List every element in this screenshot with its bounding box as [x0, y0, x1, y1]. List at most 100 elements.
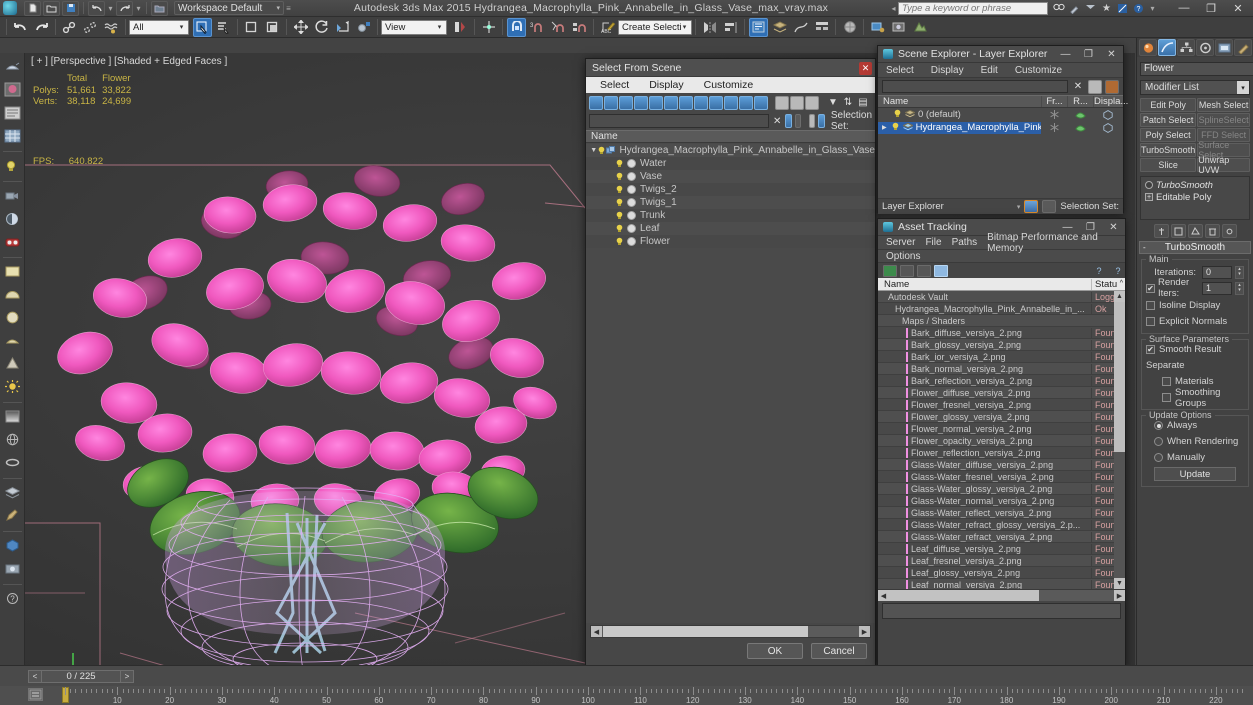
unlink-selection-icon[interactable]	[81, 18, 100, 37]
sun-light-icon[interactable]	[2, 376, 23, 397]
window-close-button[interactable]: ✕	[1225, 1, 1251, 16]
asset-row[interactable]: Leaf_diffuse_versiya_2.png Foun	[878, 543, 1125, 555]
at-menu-server[interactable]: Server	[886, 237, 915, 248]
at-scroll-left-icon[interactable]: ◀	[878, 590, 889, 601]
filter-frozen-icon[interactable]	[739, 95, 753, 110]
redo-dropdown-icon[interactable]: ▾	[134, 4, 143, 13]
rectangular-selection-region-icon[interactable]	[242, 18, 261, 37]
lightbulb-icon[interactable]	[614, 211, 625, 221]
asset-row[interactable]: Glass-Water_glossy_versiya_2.png Foun	[878, 483, 1125, 495]
render-iters-checkbox[interactable]: ✔	[1146, 283, 1155, 293]
wireframe-icon[interactable]	[2, 429, 23, 450]
se-layers-icon[interactable]	[1105, 79, 1119, 94]
asset-row[interactable]: Maps / Shaders	[878, 315, 1125, 327]
help-circle-icon[interactable]: ?	[2, 588, 23, 609]
toggle-scene-explorer-icon[interactable]	[749, 17, 768, 37]
asset-tracking-panel[interactable]: Asset Tracking — ❐ ✕ Server File Paths B…	[877, 218, 1126, 666]
select-and-move-icon[interactable]	[291, 18, 310, 37]
scroll-right-icon[interactable]: ▶	[859, 626, 870, 637]
update-when-rendering-radio[interactable]	[1154, 437, 1163, 446]
se-menu-customize[interactable]: Customize	[1015, 65, 1062, 76]
angle-snap-toggle-icon[interactable]: 3	[528, 18, 547, 37]
se-menu-select[interactable]: Select	[886, 65, 914, 76]
select-and-scale-icon[interactable]	[333, 18, 352, 37]
pick-object-icon[interactable]	[794, 114, 802, 128]
filter-xrefs-icon[interactable]	[694, 95, 708, 110]
dynamics-icon[interactable]	[2, 231, 23, 252]
tab-modify[interactable]	[1158, 39, 1176, 56]
display-toggle-icon[interactable]	[1093, 109, 1123, 120]
help-query-icon[interactable]: ?	[1092, 265, 1106, 277]
helpers-icon[interactable]	[2, 208, 23, 229]
select-and-rotate-icon[interactable]	[312, 18, 331, 37]
ok-button[interactable]: OK	[747, 643, 803, 659]
se-footer-mode[interactable]: Layer Explorer	[882, 201, 1013, 212]
asset-row[interactable]: Glass-Water_refract_glossy_versiya_2.p..…	[878, 519, 1125, 531]
expand-subobject-icon[interactable]: +	[1145, 193, 1153, 201]
filter-space-warps-icon[interactable]	[664, 95, 678, 110]
modifier-button[interactable]: SplineSelect	[1197, 113, 1250, 127]
layers-icon[interactable]	[2, 482, 23, 503]
sort-icon[interactable]: ⇅	[841, 96, 855, 110]
undo-button[interactable]	[88, 0, 105, 16]
schematic-view-icon[interactable]	[812, 18, 831, 37]
lightbulb-icon[interactable]	[893, 109, 902, 121]
at-scroll-down-icon[interactable]: ▼	[1114, 578, 1125, 589]
scene-tree-item[interactable]: Twigs_1	[586, 196, 875, 209]
collapse-all-icon[interactable]	[790, 95, 804, 110]
at-menu-options[interactable]: Options	[886, 251, 920, 262]
percent-snap-toggle-icon[interactable]	[549, 18, 568, 37]
edit-named-selection-sets-icon[interactable]: ABC	[598, 18, 617, 37]
menu-display[interactable]: Display	[649, 79, 683, 91]
object-paint-icon[interactable]	[2, 505, 23, 526]
scene-explorer-maximize-button[interactable]: ❐	[1077, 46, 1100, 62]
tab-create[interactable]	[1139, 39, 1157, 56]
asset-row[interactable]: Bark_glossy_versiya_2.png Foun	[878, 339, 1125, 351]
lightbulb-icon[interactable]	[891, 122, 900, 134]
smooth-result-row[interactable]: ✔ Smooth Result	[1146, 343, 1244, 356]
modifier-list-combo[interactable]: Modifier List ▾	[1140, 80, 1250, 95]
asset-tracking-column-header[interactable]: Name Statu ^	[878, 278, 1125, 291]
render-toggle-icon[interactable]	[1067, 123, 1093, 132]
modifier-button[interactable]: Poly Select	[1140, 128, 1197, 142]
redo-tool-button[interactable]	[32, 18, 51, 37]
curve-editor-icon[interactable]	[791, 18, 810, 37]
render-iters-value[interactable]: 1	[1202, 281, 1232, 295]
snapshot-icon[interactable]	[2, 558, 23, 579]
set-project-folder-button[interactable]	[151, 0, 168, 16]
current-frame-field[interactable]: 0 / 225	[42, 669, 120, 683]
plane-primitive-icon[interactable]	[2, 261, 23, 282]
selection-filter-combo[interactable]: All ▾	[129, 19, 189, 35]
modifier-button[interactable]: Unwrap UVW	[1197, 155, 1250, 175]
next-frame-button[interactable]: >	[120, 669, 134, 683]
update-manually-row[interactable]: Manually	[1146, 451, 1244, 464]
clear-filter-icon[interactable]: ✕	[772, 114, 782, 128]
modifier-button[interactable]: Slice	[1140, 158, 1197, 172]
select-object-button[interactable]	[193, 17, 212, 37]
ring-icon[interactable]	[2, 452, 23, 473]
at-vscroll-thumb[interactable]	[1114, 302, 1125, 452]
smooth-result-checkbox[interactable]: ✔	[1146, 345, 1155, 354]
close-icon[interactable]: ✕	[859, 62, 872, 75]
bind-to-space-warp-icon[interactable]	[102, 18, 121, 37]
update-always-row[interactable]: Always	[1146, 419, 1244, 432]
expand-all-icon[interactable]	[775, 95, 789, 110]
asset-list-horizontal-scrollbar[interactable]: ◀ ▶	[878, 589, 1125, 601]
layer-expand-icon[interactable]: ▶	[882, 124, 888, 131]
select-and-manipulate-icon[interactable]	[479, 18, 498, 37]
help-dropdown-icon[interactable]: ▾	[1148, 4, 1157, 13]
teapot-primitive-icon[interactable]	[2, 330, 23, 351]
search-input[interactable]: Type a keyword or phrase	[898, 1, 1048, 15]
named-selection-set-combo[interactable]: Create Selection Set ▾	[618, 19, 692, 35]
window-minimize-button[interactable]: —	[1171, 1, 1197, 16]
select-by-name-filter-icon[interactable]	[785, 114, 792, 128]
subscription-center-icon[interactable]	[1068, 2, 1081, 15]
show-end-result-icon[interactable]	[1170, 224, 1186, 238]
at-menu-paths[interactable]: Paths	[952, 237, 978, 248]
help-query2-icon[interactable]: ?	[1111, 265, 1125, 277]
freeze-toggle-icon[interactable]	[1041, 110, 1067, 119]
workspace-menu-icon[interactable]: ≡	[284, 4, 293, 13]
lightbulb-icon[interactable]	[614, 224, 625, 234]
display-children-icon[interactable]	[805, 95, 819, 110]
scene-tree-item[interactable]: Leaf	[586, 222, 875, 235]
